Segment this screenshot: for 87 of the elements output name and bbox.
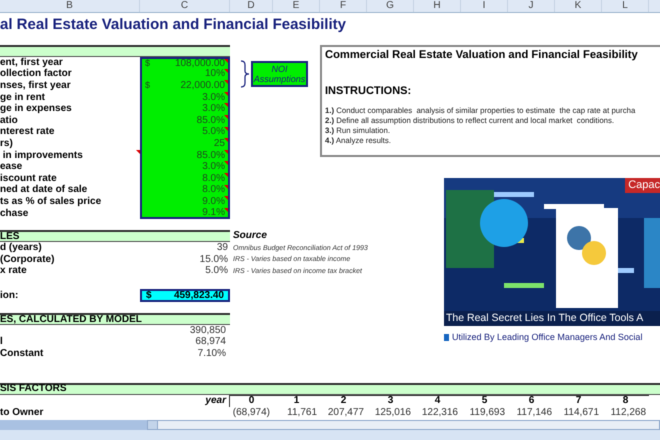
input-cell[interactable]: $ 108,000.00 (140, 57, 230, 69)
column-header[interactable]: L (622, 1, 628, 11)
year-heading: 3 (388, 396, 394, 406)
year-heading: 0 (248, 396, 254, 406)
note-text: NOI Assumptions (253, 64, 306, 84)
result-cell: $ 459,823.40 (140, 289, 230, 302)
row-label: Constant (0, 349, 44, 360)
value-cell: 15.0% (200, 254, 228, 265)
year-heading: 8 (622, 396, 628, 406)
year-heading: 5 (482, 396, 488, 406)
value-cell: 117,146 (516, 408, 552, 418)
input-label: ts as % of sales price (0, 196, 102, 207)
input-label: iscount rate (0, 174, 57, 184)
year-heading: 4 (434, 396, 440, 406)
section-heading: ES, CALCULATED BY MODEL (0, 314, 142, 325)
value-cell: 7.10% (198, 349, 226, 360)
column-header[interactable]: F (340, 1, 346, 11)
row-label: to Owner (0, 408, 44, 418)
scroll-left-button[interactable] (148, 421, 158, 429)
badge: Capac (625, 178, 660, 193)
input-cell[interactable]: 25 (140, 138, 230, 150)
value-cell: 112,268 (610, 408, 646, 418)
column-heading: Source (233, 231, 267, 242)
row-label: ion: (0, 290, 18, 301)
input-cell[interactable]: 3.0% (140, 161, 230, 173)
value-cell: 122,316 (422, 408, 458, 418)
row-label: year (205, 396, 226, 406)
column-header[interactable]: I (482, 1, 486, 11)
input-cell[interactable]: 9.1% (140, 208, 230, 220)
horizontal-scrollbar[interactable] (147, 420, 660, 430)
section-heading: SIS FACTORS (0, 384, 66, 394)
column-header[interactable]: B (66, 1, 73, 11)
tagline: Utilized By Leading Office Managers And Social (452, 333, 642, 342)
input-label: chase (0, 208, 28, 219)
column-header[interactable]: K (574, 1, 582, 11)
section-heading: LES (0, 232, 20, 242)
value-cell: 125,016 (374, 408, 411, 418)
input-label: atio (0, 116, 18, 126)
year-heading: 1 (294, 396, 300, 406)
bullet-icon (444, 334, 449, 341)
value-cell: 5.0% (205, 266, 228, 276)
input-cell[interactable]: 3.0% (140, 92, 230, 104)
value-cell: 207,477 (328, 408, 364, 418)
value-cell: 68,974 (195, 337, 226, 348)
column-header[interactable]: E (292, 1, 300, 11)
input-cell[interactable]: 8.0% (140, 184, 230, 196)
row-label: l (0, 337, 3, 348)
column-header[interactable]: G (386, 1, 394, 11)
input-cell[interactable]: $ 22,000.00 (140, 80, 230, 92)
value-cell: 390,850 (190, 326, 226, 336)
input-label: ent, first year (0, 58, 63, 68)
value-cell: 114,671 (564, 408, 599, 418)
input-cell[interactable]: 9.0% (140, 196, 230, 208)
column-header[interactable]: C (180, 1, 188, 11)
value-cell: 39 (216, 243, 228, 254)
input-label: ollection factor (0, 69, 72, 80)
value-cell: 11,761 (287, 408, 317, 418)
input-label: nses, first year (0, 80, 71, 91)
column-header[interactable]: H (433, 1, 441, 11)
caption-band: The Real Secret Lies In The Office Tools A (444, 311, 660, 326)
input-label: nterest rate (0, 127, 54, 138)
input-cell[interactable]: 10% (140, 68, 230, 80)
input-cell[interactable]: 8.0% (140, 172, 230, 185)
input-cell[interactable]: 85.0% (140, 150, 230, 162)
value-cell: (68,974) (232, 408, 270, 418)
column-header[interactable]: J (528, 1, 534, 11)
input-label: ease (0, 162, 22, 172)
input-label: rs) (0, 138, 13, 149)
input-cell[interactable]: 3.0% (140, 103, 230, 115)
sheet-title: al Real Estate Valuation and Financial Feasibility (0, 16, 346, 32)
value-cell: 119,693 (470, 408, 505, 418)
year-heading: 7 (576, 396, 582, 406)
row-label: x rate (0, 266, 27, 276)
input-label: ned at date of sale (0, 185, 88, 196)
row-label: d (years) (0, 243, 42, 254)
year-heading: 2 (340, 396, 346, 406)
brace-icon (240, 60, 250, 88)
input-label: in improvements (2, 150, 83, 161)
column-header[interactable]: D (247, 1, 255, 11)
row-label: (Corporate) (0, 254, 54, 265)
year-heading: 6 (528, 396, 534, 406)
input-cell[interactable]: 5.0% (140, 126, 230, 138)
panel-heading: INSTRUCTIONS: (325, 86, 412, 98)
panel-title: Commercial Real Estate Valuation and Financial Feasibility (325, 50, 639, 62)
input-label: ge in expenses (0, 104, 72, 114)
input-cell[interactable]: 85.0% (140, 114, 230, 127)
input-label: ge in rent (0, 92, 46, 103)
